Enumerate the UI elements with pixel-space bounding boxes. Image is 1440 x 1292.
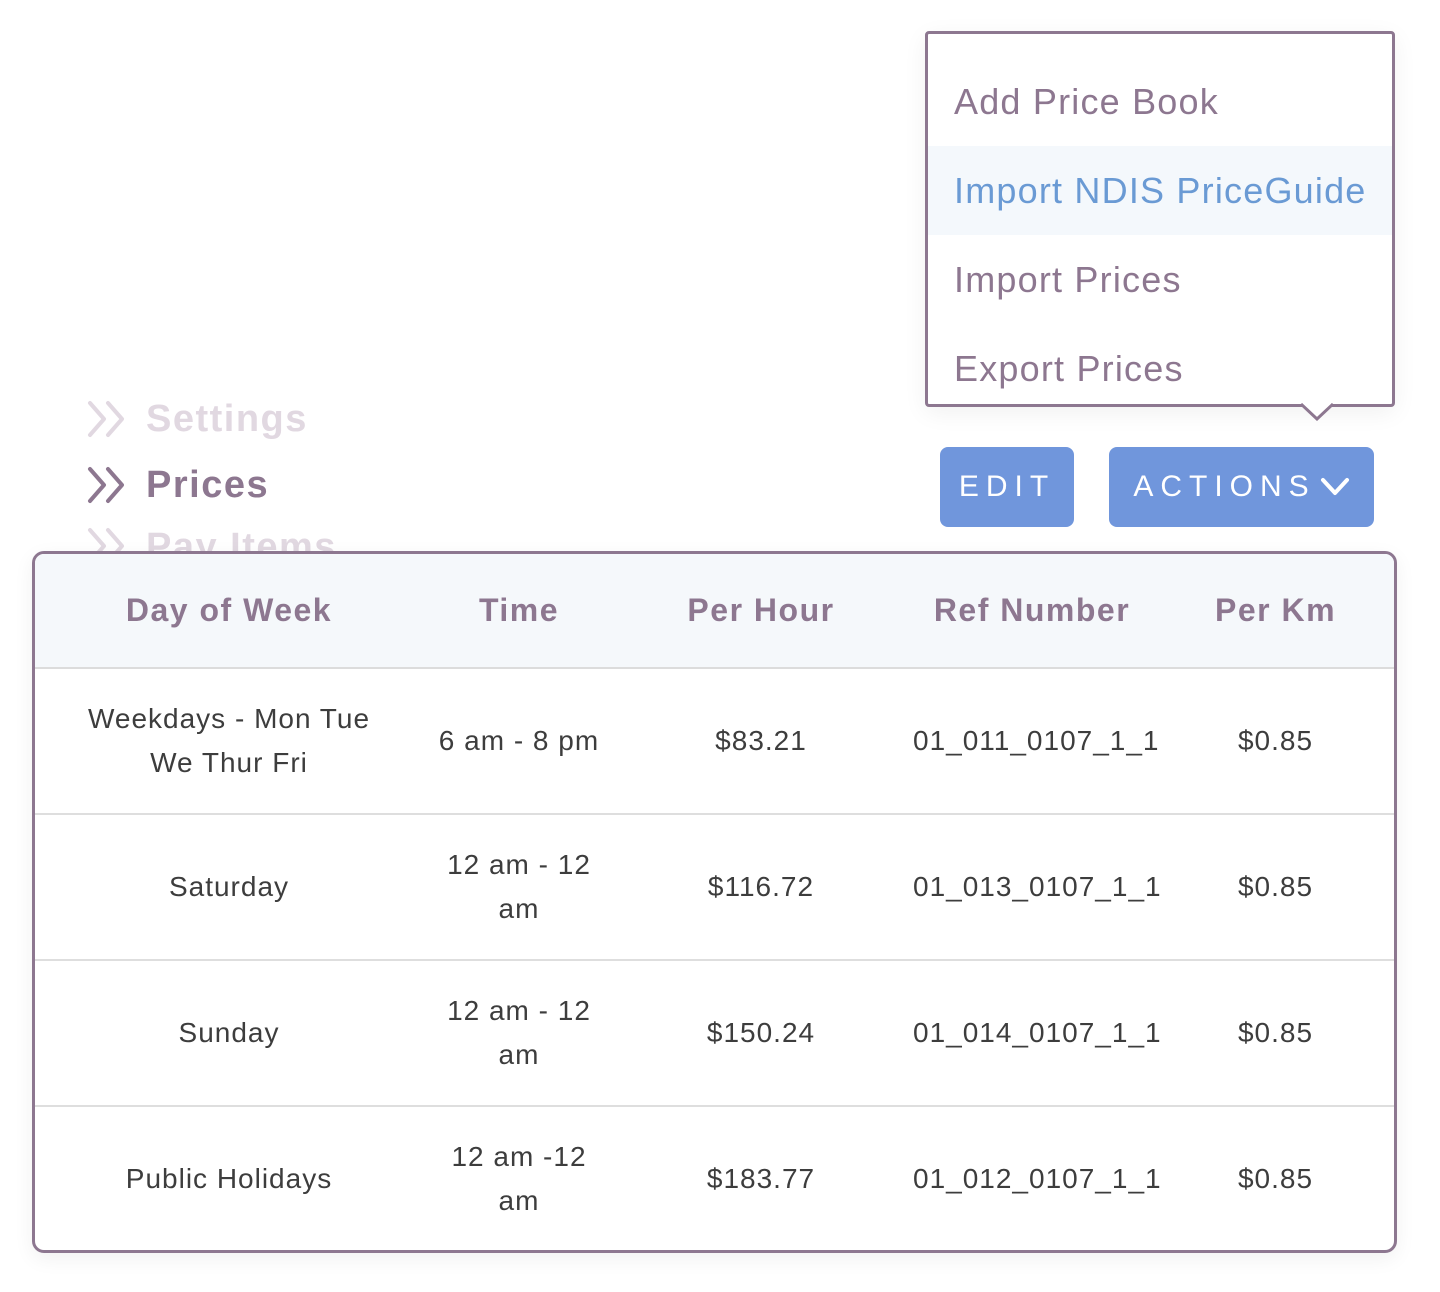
cell-time: 12 am -12 am [451,1141,587,1216]
menu-item-import-ndis-priceguide[interactable]: Import NDIS PriceGuide [928,146,1392,235]
cell-per-hour: $116.72 [615,814,907,961]
cell-time: 12 am - 12 am [423,814,615,961]
nav-item-prices[interactable]: Prices [86,452,337,518]
edit-button[interactable]: EDIT [940,447,1074,527]
menu-item-add-price-book[interactable]: Add Price Book [928,57,1392,146]
table-row[interactable]: Public Holidays 12 am -12 am $183.77 01_… [35,1106,1394,1250]
cell-day: Sunday [35,960,423,1107]
menu-pointer-arrow [1301,403,1333,421]
cell-ref-number: 01_014_0107_1_1 [907,960,1161,1107]
nav-item-label: Prices [146,463,270,506]
column-header-ref-number[interactable]: Ref Number [907,554,1157,669]
column-header-per-hour[interactable]: Per Hour [615,554,907,669]
column-header-day-of-week[interactable]: Day of Week [35,554,423,669]
column-header-per-km[interactable]: Per Km [1157,554,1394,669]
cell-ref-number: 01_013_0107_1_1 [907,814,1161,961]
cell-per-hour: $150.24 [615,960,907,1107]
cell-per-km: $0.85 [1237,1163,1314,1194]
actions-menu-list: Add Price Book Import NDIS PriceGuide Im… [928,34,1392,413]
double-chevron-right-icon [88,401,124,437]
cell-day: Public Holidays [125,1163,333,1194]
prices-table: Day of Week Time Per Hour Ref Number Per… [35,554,1394,1250]
cell-ref-number: 01_011_0107_1_1 [907,668,1159,815]
table-row[interactable]: Saturday 12 am - 12 am $116.72 01_013_01… [35,814,1394,961]
cell-time: 12 am - 12 am [423,960,615,1107]
edit-button-label: EDIT [958,470,1056,503]
menu-item-import-prices[interactable]: Import Prices [928,235,1392,324]
prices-table-container: Day of Week Time Per Hour Ref Number Per… [32,551,1397,1253]
column-header-time[interactable]: Time [423,554,615,669]
chevron-down-icon [1320,478,1349,495]
cell-day: Saturday [35,814,423,961]
actions-button-label: ACTIONS [1133,470,1316,503]
table-row[interactable]: Sunday 12 am - 12 am $150.24 01_014_0107… [35,960,1394,1107]
nav-item-label: Settings [146,397,308,440]
sub-navigation: Settings Prices Pay Items [86,386,337,558]
actions-menu: Add Price Book Import NDIS PriceGuide Im… [925,31,1395,421]
cell-per-hour: $83.21 [615,668,907,815]
actions-dropdown-button[interactable]: ACTIONS [1109,447,1374,527]
table-row[interactable]: Weekdays - Mon Tue We Thur Fri 6 am - 8 … [35,668,1394,815]
table-header-row: Day of Week Time Per Hour Ref Number Per… [35,554,1394,669]
cell-time: 6 am - 8 pm [423,668,615,815]
cell-ref-number: 01_012_0107_1_1 [913,1163,1162,1194]
cell-per-km: $0.85 [1157,814,1394,961]
cell-per-hour: $183.77 [706,1163,816,1194]
double-chevron-right-icon [88,467,124,503]
nav-item-settings[interactable]: Settings [86,386,337,452]
cell-day: Weekdays - Mon Tue We Thur Fri [35,668,423,815]
cell-per-km: $0.85 [1157,668,1394,815]
cell-per-km: $0.85 [1157,960,1394,1107]
menu-item-export-prices[interactable]: Export Prices [928,324,1392,413]
